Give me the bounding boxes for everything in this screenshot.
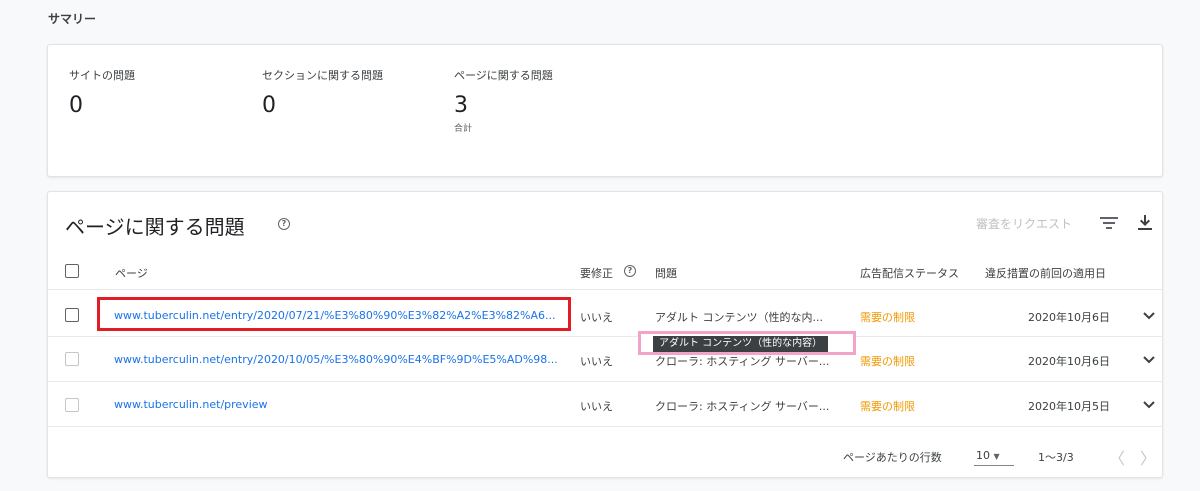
row-checkbox[interactable] xyxy=(65,352,79,366)
column-header-needs-fix[interactable]: 要修正 xyxy=(580,265,613,281)
ad-status-value: 需要の制限 xyxy=(860,400,915,413)
page-url-link[interactable]: www.tuberculin.net/preview xyxy=(114,398,268,411)
summary-card: サイトの問題 0 セクションに関する問題 0 ページに関する問題 3 合計 xyxy=(47,44,1163,177)
caret-down-icon: ▼ xyxy=(993,452,1000,461)
stat-value: 0 xyxy=(262,93,276,118)
request-review-button[interactable]: 審査をリクエスト xyxy=(976,215,1072,232)
issue-value: アダルト コンテンツ（性的な内... xyxy=(655,311,823,324)
chevron-down-icon[interactable] xyxy=(1142,355,1156,365)
filter-icon[interactable] xyxy=(1100,216,1118,230)
ad-status-value: 需要の制限 xyxy=(860,355,915,368)
help-circle-icon[interactable]: ? xyxy=(624,265,636,277)
help-circle-icon[interactable]: ? xyxy=(278,218,290,230)
issue-value: クローラ: ホスティング サーバー... xyxy=(655,355,830,368)
issue-tooltip: アダルト コンテンツ（性的な内容） xyxy=(653,336,829,352)
rows-per-page-label: ページあたりの行数 xyxy=(843,451,942,464)
section-issues-stat: セクションに関する問題 0 xyxy=(262,67,383,117)
chevron-down-icon[interactable] xyxy=(1142,311,1156,321)
column-header-ad-status[interactable]: 広告配信ステータス xyxy=(860,265,959,281)
pagination-range: 1〜3/3 xyxy=(1038,451,1074,464)
download-icon[interactable] xyxy=(1137,214,1153,230)
page-issues-stat: ページに関する問題 3 合計 xyxy=(454,67,553,134)
date-value: 2020年10月6日 xyxy=(1028,355,1110,368)
divider xyxy=(48,336,1162,337)
divider xyxy=(48,426,1162,427)
needs-fix-value: いいえ xyxy=(580,400,613,413)
stat-sub: 合計 xyxy=(454,124,473,134)
rows-per-page-select[interactable]: 10 ▼ xyxy=(976,449,1000,462)
prev-page-icon[interactable]: 〈 xyxy=(1109,445,1125,469)
stat-label: セクションに関する問題 xyxy=(262,69,383,82)
select-all-checkbox[interactable] xyxy=(65,264,79,278)
stat-label: ページに関する問題 xyxy=(454,69,553,82)
date-value: 2020年10月5日 xyxy=(1028,400,1110,413)
column-header-last-enforced[interactable]: 違反措置の前回の適用日 xyxy=(985,265,1106,281)
needs-fix-value: いいえ xyxy=(580,311,613,324)
row-checkbox[interactable] xyxy=(65,398,79,412)
row-checkbox[interactable] xyxy=(65,308,79,322)
card-title: ページに関する問題 xyxy=(65,215,245,239)
divider xyxy=(48,289,1162,290)
page-issues-card: ページに関する問題 ? 審査をリクエスト ページ 要修正 ? 問題 広告配信ステ… xyxy=(47,191,1163,478)
highlight-box xyxy=(97,297,571,331)
next-page-icon[interactable]: 〉 xyxy=(1140,445,1156,469)
summary-heading: サマリー xyxy=(48,12,97,26)
select-underline xyxy=(974,465,1014,466)
site-issues-stat: サイトの問題 0 xyxy=(69,67,135,117)
rows-per-page-value: 10 xyxy=(976,449,990,462)
page-url-link[interactable]: www.tuberculin.net/entry/2020/10/05/%E3%… xyxy=(114,353,558,366)
stat-value: 3 xyxy=(454,93,468,118)
chevron-down-icon[interactable] xyxy=(1142,400,1156,410)
divider xyxy=(48,381,1162,382)
date-value: 2020年10月6日 xyxy=(1028,311,1110,324)
stat-label: サイトの問題 xyxy=(69,69,135,82)
needs-fix-value: いいえ xyxy=(580,355,613,368)
issue-value: クローラ: ホスティング サーバー... xyxy=(655,400,830,413)
stat-value: 0 xyxy=(69,93,83,118)
column-header-issue[interactable]: 問題 xyxy=(655,265,677,281)
column-header-page[interactable]: ページ xyxy=(115,265,148,281)
ad-status-value: 需要の制限 xyxy=(860,311,915,324)
